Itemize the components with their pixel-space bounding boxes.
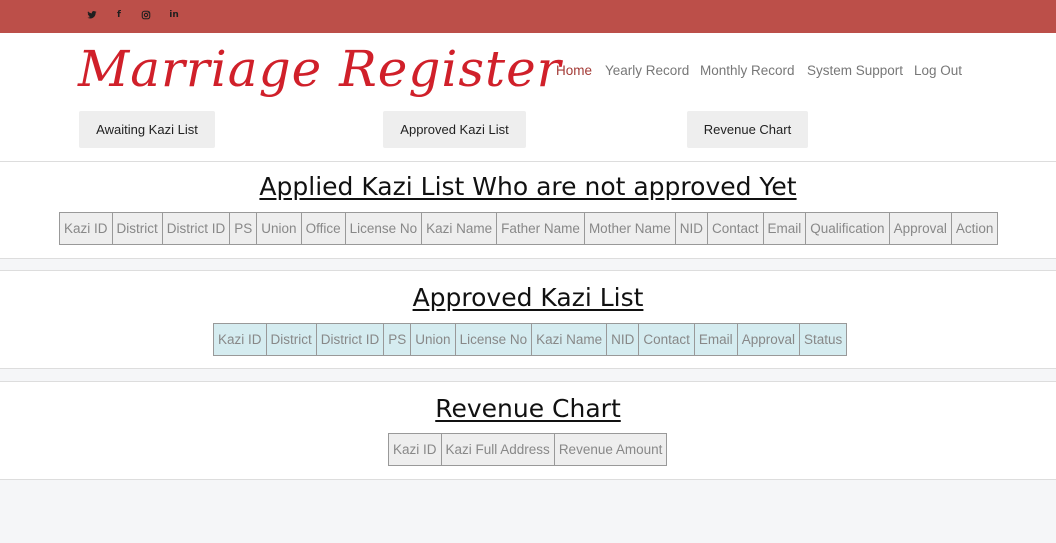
- column-header: License No: [454, 323, 533, 356]
- column-header: District ID: [161, 212, 231, 245]
- column-header: Approval: [736, 323, 800, 356]
- column-header: Email: [693, 323, 738, 356]
- column-header: PS: [229, 212, 258, 245]
- column-header: PS: [383, 323, 412, 356]
- top-social-bar: f in: [0, 0, 1056, 33]
- column-header: Contact: [638, 323, 695, 356]
- revenue-chart-table: Kazi ID Kazi Full Address Revenue Amount: [388, 433, 668, 466]
- awaiting-kazi-list-button[interactable]: Awaiting Kazi List: [79, 111, 215, 148]
- column-header: NID: [674, 212, 708, 245]
- table-header-row: Kazi ID Kazi Full Address Revenue Amount: [388, 433, 668, 466]
- column-header: Office: [300, 212, 346, 245]
- table-header-row: Kazi ID District District ID PS Union Office L…: [59, 212, 999, 245]
- column-header: Union: [256, 212, 302, 245]
- column-header: Action: [950, 212, 999, 245]
- column-header: Union: [410, 323, 456, 356]
- instagram-icon[interactable]: [140, 9, 152, 21]
- site-header: Marriage Register Home Yearly Record Mon…: [0, 33, 1056, 161]
- nav-monthly-record[interactable]: Monthly Record: [700, 63, 795, 78]
- nav-home[interactable]: Home: [556, 63, 592, 78]
- column-header: Kazi Name: [421, 212, 498, 245]
- column-header: Kazi ID: [59, 212, 113, 245]
- approved-kazi-table: Kazi ID District District ID PS Union License…: [213, 323, 848, 356]
- applied-kazi-title: Applied Kazi List Who are not approved Y…: [259, 172, 797, 201]
- nav-yearly-record[interactable]: Yearly Record: [605, 63, 689, 78]
- column-header: Contact: [706, 212, 764, 245]
- column-header: Mother Name: [583, 212, 676, 245]
- revenue-chart-title: Revenue Chart: [435, 394, 621, 423]
- approved-kazi-list-button[interactable]: Approved Kazi List: [383, 111, 526, 148]
- table-header-row: Kazi ID District District ID PS Union License…: [213, 323, 848, 356]
- applied-kazi-table: Kazi ID District District ID PS Union Office L…: [59, 212, 999, 245]
- linkedin-icon[interactable]: in: [168, 9, 180, 21]
- column-header: Status: [798, 323, 848, 356]
- column-header: Approval: [888, 212, 952, 245]
- twitter-icon[interactable]: [86, 9, 98, 21]
- nav-system-support[interactable]: System Support: [807, 63, 903, 78]
- column-header: Kazi Name: [531, 323, 608, 356]
- column-header: District: [111, 212, 163, 245]
- column-header: Father Name: [496, 212, 585, 245]
- column-header: Revenue Amount: [553, 433, 668, 466]
- approved-kazi-title: Approved Kazi List: [412, 283, 644, 312]
- column-header: Qualification: [805, 212, 890, 245]
- nav-log-out[interactable]: Log Out: [914, 63, 962, 78]
- column-header: Kazi Full Address: [440, 433, 555, 466]
- column-header: District ID: [315, 323, 385, 356]
- page-footer-area: [0, 491, 1056, 543]
- column-header: NID: [606, 323, 640, 356]
- column-header: Kazi ID: [213, 323, 267, 356]
- revenue-chart-button[interactable]: Revenue Chart: [687, 111, 808, 148]
- column-header: Kazi ID: [388, 433, 442, 466]
- facebook-icon[interactable]: f: [113, 9, 125, 21]
- column-header: District: [265, 323, 317, 356]
- column-header: License No: [344, 212, 423, 245]
- column-header: Email: [762, 212, 807, 245]
- site-logo[interactable]: Marriage Register: [78, 33, 562, 105]
